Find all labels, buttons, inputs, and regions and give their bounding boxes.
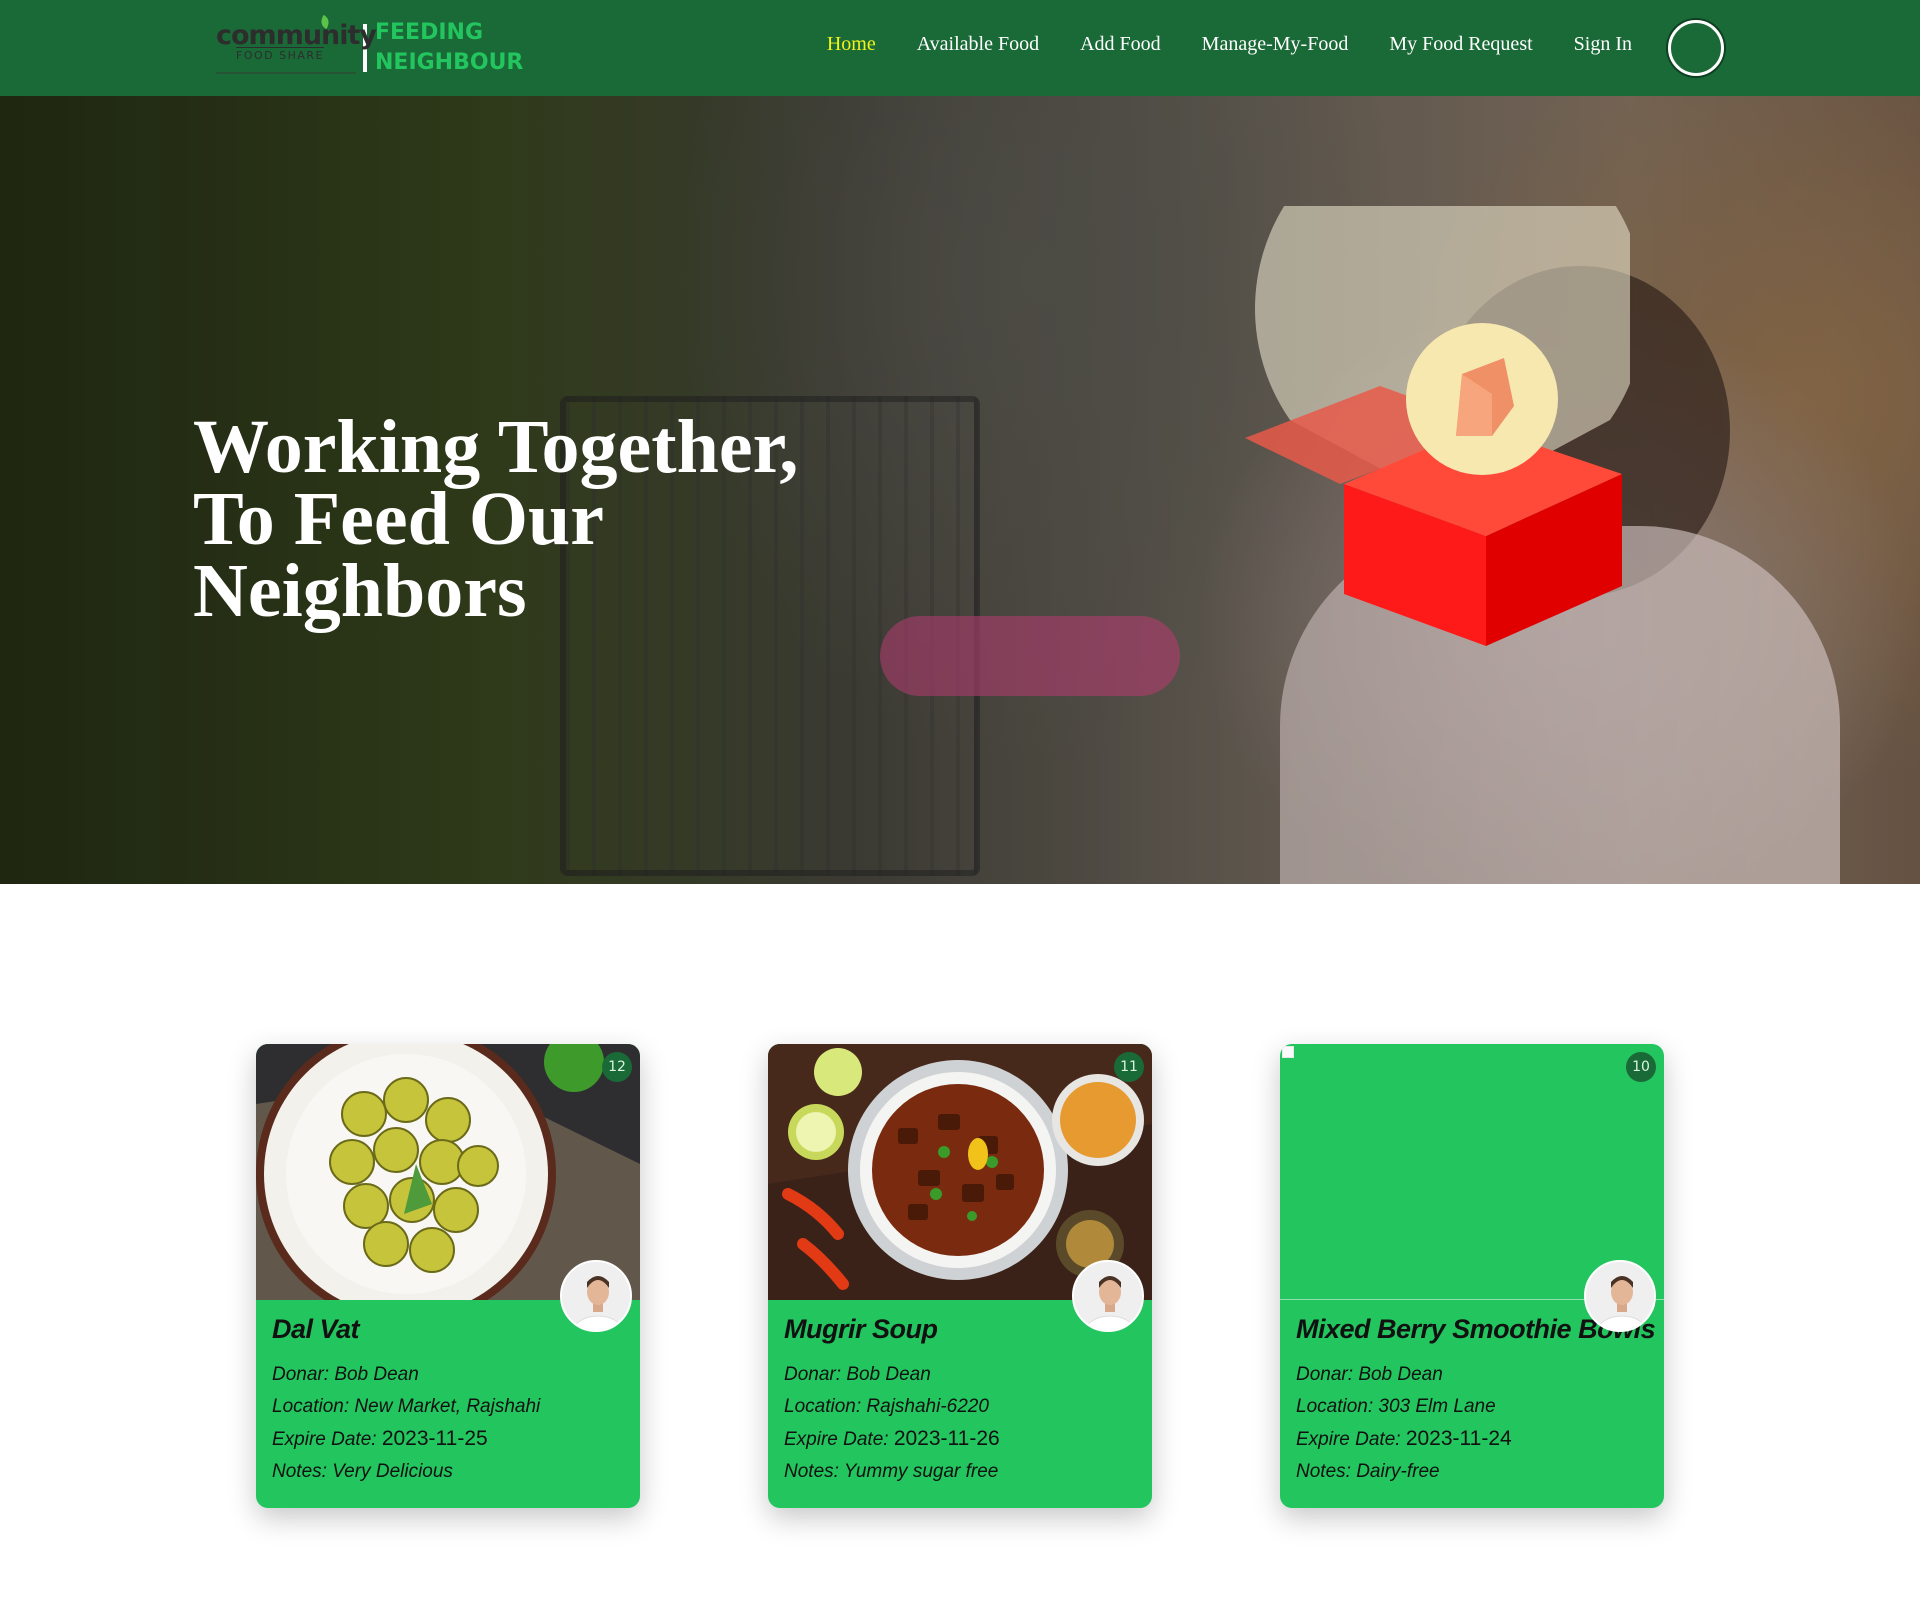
navbar: community FOOD SHARE FEEDING NEIGHBOUR H…: [0, 0, 1920, 96]
brand-title: FEEDING NEIGHBOUR: [375, 18, 523, 78]
community-food-share-logo: community FOOD SHARE: [216, 14, 377, 80]
donation-box-icon: [1245, 206, 1630, 646]
logo-subtitle: FOOD SHARE: [236, 47, 324, 62]
expire-value: 2023-11-25: [381, 1427, 488, 1450]
broken-image-icon: [1282, 1046, 1294, 1058]
food-card[interactable]: 11 Mugrir Soup Donar: Bob Dean Location:…: [768, 1044, 1152, 1508]
location-value: Rajshahi-6220: [866, 1396, 989, 1417]
hero-title-line-3: Neighbors: [193, 549, 527, 633]
expire-label: Expire Date:: [272, 1429, 377, 1450]
location-label: Location:: [272, 1396, 350, 1417]
expire-label: Expire Date:: [784, 1429, 889, 1450]
brand-title-line-2: NEIGHBOUR: [375, 50, 524, 75]
donor-value: Bob Dean: [334, 1364, 419, 1385]
nav-available-food[interactable]: Available Food: [917, 33, 1039, 56]
food-location: Location: 303 Elm Lane: [1296, 1391, 1648, 1423]
expire-value: 2023-11-26: [893, 1427, 1000, 1450]
hero-title-line-2: To Feed Our: [193, 477, 604, 561]
location-value: 303 Elm Lane: [1378, 1396, 1496, 1417]
nav-home[interactable]: Home: [827, 33, 876, 56]
location-label: Location:: [1296, 1396, 1374, 1417]
hero-title: Working Together, To Feed Our Neighbors: [193, 405, 893, 633]
nav-add-food[interactable]: Add Food: [1080, 33, 1161, 56]
food-card[interactable]: 10 Mixed Berry Smoothie Bowls Donar: Bob…: [1280, 1044, 1664, 1508]
expire-value: 2023-11-24: [1405, 1427, 1512, 1450]
food-notes: Notes: Yummy sugar free: [784, 1456, 1136, 1488]
notes-value: Very Delicious: [332, 1461, 453, 1482]
notes-label: Notes:: [272, 1461, 327, 1482]
brand-title-line-1: FEEDING: [375, 20, 484, 45]
food-donor: Donar: Bob Dean: [784, 1359, 1136, 1391]
location-value: New Market, Rajshahi: [354, 1396, 541, 1417]
quantity-badge: 11: [1114, 1052, 1144, 1082]
location-label: Location:: [784, 1396, 862, 1417]
food-donor: Donar: Bob Dean: [1296, 1359, 1648, 1391]
food-notes: Notes: Very Delicious: [272, 1456, 624, 1488]
nav-my-food-request[interactable]: My Food Request: [1389, 33, 1532, 56]
food-expire-date: Expire Date: 2023-11-24: [1296, 1423, 1648, 1456]
donor-value: Bob Dean: [846, 1364, 931, 1385]
food-location: Location: New Market, Rajshahi: [272, 1391, 624, 1423]
expire-label: Expire Date:: [1296, 1429, 1401, 1450]
donor-avatar: [560, 1260, 632, 1332]
logo-underline: [216, 72, 356, 74]
quantity-badge: 12: [602, 1052, 632, 1082]
brand-logo[interactable]: community FOOD SHARE FEEDING NEIGHBOUR: [216, 14, 523, 80]
donor-avatar: [1072, 1260, 1144, 1332]
notes-label: Notes:: [1296, 1461, 1351, 1482]
donor-label: Donar:: [784, 1364, 842, 1385]
food-location: Location: Rajshahi-6220: [784, 1391, 1136, 1423]
main-nav: Home Available Food Add Food Manage-My-F…: [827, 33, 1632, 56]
nav-manage-my-food[interactable]: Manage-My-Food: [1202, 33, 1349, 56]
notes-value: Dairy-free: [1356, 1461, 1440, 1482]
food-expire-date: Expire Date: 2023-11-25: [272, 1423, 624, 1456]
hero-banner: Working Together, To Feed Our Neighbors: [0, 96, 1920, 884]
donor-label: Donar:: [272, 1364, 330, 1385]
notes-label: Notes:: [784, 1461, 839, 1482]
donor-label: Donar:: [1296, 1364, 1354, 1385]
donor-value: Bob Dean: [1358, 1364, 1443, 1385]
food-expire-date: Expire Date: 2023-11-26: [784, 1423, 1136, 1456]
food-card[interactable]: 12 Dal Vat Donar: Bob Dean Location: New…: [256, 1044, 640, 1508]
food-notes: Notes: Dairy-free: [1296, 1456, 1648, 1488]
quantity-badge: 10: [1626, 1052, 1656, 1082]
notes-value: Yummy sugar free: [843, 1461, 999, 1482]
donor-avatar: [1584, 1260, 1656, 1332]
hero-title-line-1: Working Together,: [193, 405, 799, 489]
user-avatar-button[interactable]: [1668, 20, 1724, 76]
nav-sign-in[interactable]: Sign In: [1574, 33, 1632, 56]
food-donor: Donar: Bob Dean: [272, 1359, 624, 1391]
